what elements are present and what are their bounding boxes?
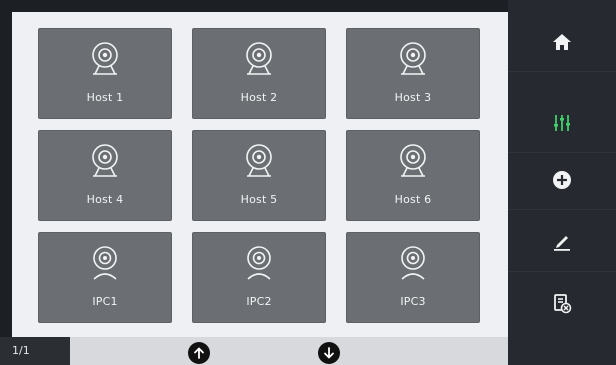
camera-icon xyxy=(400,42,426,75)
tile-label: Host 4 xyxy=(86,193,124,206)
page-up-button[interactable] xyxy=(188,342,210,364)
tile-label: Host 1 xyxy=(86,91,124,104)
page-down-button[interactable] xyxy=(318,342,340,364)
delete-device-icon xyxy=(554,294,572,314)
tile-label: IPC1 xyxy=(92,295,118,308)
camera-icon xyxy=(92,144,118,177)
tile-host-1[interactable]: Host 1 xyxy=(38,28,172,119)
home-icon xyxy=(553,33,571,50)
tile-host-2[interactable]: Host 2 xyxy=(192,28,326,119)
ip-camera-icon xyxy=(401,246,425,280)
tile-label: Host 5 xyxy=(240,193,278,206)
tile-host-3[interactable]: Host 3 xyxy=(346,28,480,119)
delete-device-button[interactable] xyxy=(508,274,616,334)
arrow-up-icon xyxy=(194,347,204,359)
camera-icon xyxy=(400,144,426,177)
edit-icon xyxy=(554,235,570,251)
tile-ipc-2[interactable]: IPC2 xyxy=(192,232,326,323)
device-grid-panel: Host 1 Host 2 Host 3 Host 4 Host 5 Host … xyxy=(12,12,508,337)
ip-camera-icon xyxy=(247,246,271,280)
tile-label: IPC3 xyxy=(400,295,426,308)
tile-ipc-1[interactable]: IPC1 xyxy=(38,232,172,323)
camera-icon xyxy=(92,42,118,75)
ip-camera-icon xyxy=(93,246,117,280)
tile-label: Host 3 xyxy=(394,91,432,104)
tile-label: IPC2 xyxy=(246,295,272,308)
camera-icon xyxy=(246,42,272,75)
tile-label: Host 2 xyxy=(240,91,278,104)
add-button[interactable] xyxy=(508,150,616,210)
tile-ipc-3[interactable]: IPC3 xyxy=(346,232,480,323)
pagination-bar: 1/1 xyxy=(0,337,508,365)
tile-host-6[interactable]: Host 6 xyxy=(346,130,480,221)
home-button[interactable] xyxy=(508,12,616,72)
tile-host-4[interactable]: Host 4 xyxy=(38,130,172,221)
arrow-down-icon xyxy=(324,347,334,359)
tile-label: Host 6 xyxy=(394,193,432,206)
camera-icon xyxy=(246,144,272,177)
page-indicator: 1/1 xyxy=(0,337,70,365)
edit-button[interactable] xyxy=(508,212,616,272)
plus-circle-icon xyxy=(553,170,571,189)
sidebar xyxy=(508,0,616,365)
tile-host-5[interactable]: Host 5 xyxy=(192,130,326,221)
settings-button[interactable] xyxy=(508,93,616,153)
sliders-icon xyxy=(554,114,570,131)
screen: Host 1 Host 2 Host 3 Host 4 Host 5 Host … xyxy=(0,0,616,365)
